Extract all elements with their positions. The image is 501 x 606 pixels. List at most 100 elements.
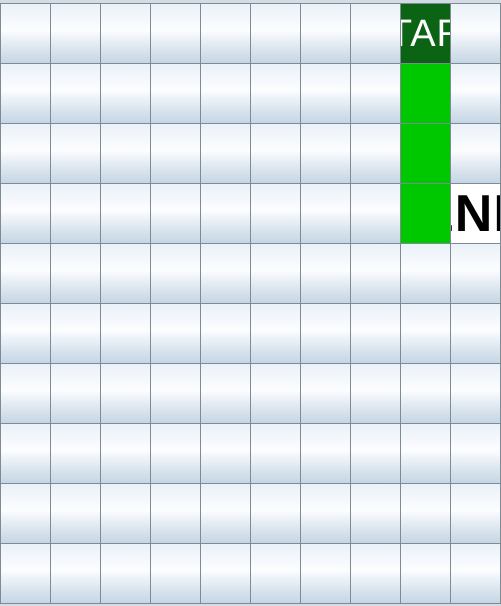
path-cell[interactable]	[400, 63, 451, 124]
grid-cell[interactable]	[200, 63, 251, 124]
grid-cell[interactable]	[50, 543, 101, 604]
grid-cell[interactable]	[200, 423, 251, 484]
grid-cell[interactable]	[300, 183, 351, 244]
grid-cell[interactable]	[350, 303, 401, 364]
grid-cell[interactable]	[450, 363, 501, 424]
grid-cell[interactable]	[150, 543, 201, 604]
grid-cell[interactable]	[0, 183, 51, 244]
grid-cell[interactable]	[400, 363, 451, 424]
grid-cell[interactable]	[200, 303, 251, 364]
grid-cell[interactable]	[150, 243, 201, 304]
grid-cell[interactable]	[300, 543, 351, 604]
grid-cell[interactable]	[350, 483, 401, 544]
grid-cell[interactable]	[450, 303, 501, 364]
grid-cell[interactable]	[350, 3, 401, 64]
grid-cell[interactable]	[100, 423, 151, 484]
grid-cell[interactable]	[350, 363, 401, 424]
grid-cell[interactable]	[100, 363, 151, 424]
grid-cell[interactable]	[250, 243, 301, 304]
grid-cell[interactable]	[300, 483, 351, 544]
grid-cell[interactable]	[0, 423, 51, 484]
grid-cell[interactable]	[250, 63, 301, 124]
grid-cell[interactable]	[400, 543, 451, 604]
end-cell[interactable]: END	[450, 183, 501, 244]
grid-cell[interactable]	[150, 303, 201, 364]
grid-cell[interactable]	[350, 63, 401, 124]
grid-cell[interactable]	[100, 543, 151, 604]
grid-cell[interactable]	[250, 303, 301, 364]
grid-cell[interactable]	[450, 243, 501, 304]
grid-cell[interactable]	[200, 123, 251, 184]
grid-cell[interactable]	[300, 363, 351, 424]
grid-cell[interactable]	[0, 243, 51, 304]
grid-cell[interactable]	[100, 183, 151, 244]
grid-cell[interactable]	[350, 543, 401, 604]
grid-cell[interactable]	[200, 183, 251, 244]
grid-cell[interactable]	[400, 423, 451, 484]
grid-cell[interactable]	[300, 3, 351, 64]
grid-cell[interactable]	[0, 483, 51, 544]
grid-cell[interactable]	[100, 483, 151, 544]
grid-cell[interactable]	[350, 423, 401, 484]
grid-cell[interactable]	[50, 123, 101, 184]
grid-cell[interactable]	[450, 483, 501, 544]
grid-cell[interactable]	[250, 123, 301, 184]
grid-cell[interactable]	[100, 303, 151, 364]
grid-cell[interactable]	[400, 303, 451, 364]
grid-cell[interactable]	[150, 483, 201, 544]
grid-cell[interactable]	[50, 243, 101, 304]
grid-cell[interactable]	[0, 363, 51, 424]
grid-cell[interactable]	[100, 243, 151, 304]
grid-cell[interactable]	[400, 243, 451, 304]
grid-cell[interactable]	[450, 123, 501, 184]
grid-cell[interactable]	[250, 423, 301, 484]
grid-cell[interactable]	[200, 543, 251, 604]
grid-cell[interactable]	[50, 423, 101, 484]
grid-cell[interactable]	[150, 3, 201, 64]
grid-cell[interactable]	[300, 423, 351, 484]
grid-cell[interactable]	[300, 123, 351, 184]
grid-cell[interactable]	[100, 63, 151, 124]
grid-cell[interactable]	[350, 123, 401, 184]
grid-cell[interactable]	[200, 243, 251, 304]
grid-cell[interactable]	[0, 3, 51, 64]
grid-cell[interactable]	[150, 183, 201, 244]
grid-cell[interactable]	[200, 3, 251, 64]
path-cell[interactable]	[400, 183, 451, 244]
grid-cell[interactable]	[450, 3, 501, 64]
grid-cell[interactable]	[200, 363, 251, 424]
grid-cell[interactable]	[250, 543, 301, 604]
grid-cell[interactable]	[0, 303, 51, 364]
grid-cell[interactable]	[350, 183, 401, 244]
grid-cell[interactable]	[150, 423, 201, 484]
grid-cell[interactable]	[250, 3, 301, 64]
grid-cell[interactable]	[350, 243, 401, 304]
grid-cell[interactable]	[50, 183, 101, 244]
grid-cell[interactable]	[450, 423, 501, 484]
grid-cell[interactable]	[50, 63, 101, 124]
grid-cell[interactable]	[250, 363, 301, 424]
grid-cell[interactable]	[0, 63, 51, 124]
grid-cell[interactable]	[150, 363, 201, 424]
path-cell[interactable]	[400, 123, 451, 184]
grid-cell[interactable]	[50, 303, 101, 364]
grid-cell[interactable]	[250, 183, 301, 244]
grid-cell[interactable]	[150, 63, 201, 124]
grid-cell[interactable]	[200, 483, 251, 544]
grid-cell[interactable]	[50, 483, 101, 544]
grid-cell[interactable]	[250, 483, 301, 544]
grid-cell[interactable]	[100, 3, 151, 64]
grid-cell[interactable]	[300, 243, 351, 304]
grid-cell[interactable]	[450, 543, 501, 604]
grid-cell[interactable]	[300, 63, 351, 124]
grid-cell[interactable]	[100, 123, 151, 184]
grid-cell[interactable]	[150, 123, 201, 184]
start-cell[interactable]: START	[400, 3, 451, 64]
grid-cell[interactable]	[0, 123, 51, 184]
grid-cell[interactable]	[300, 303, 351, 364]
grid-cell[interactable]	[0, 543, 51, 604]
grid-cell[interactable]	[450, 63, 501, 124]
grid-cell[interactable]	[400, 483, 451, 544]
grid-cell[interactable]	[50, 363, 101, 424]
grid-cell[interactable]	[50, 3, 101, 64]
